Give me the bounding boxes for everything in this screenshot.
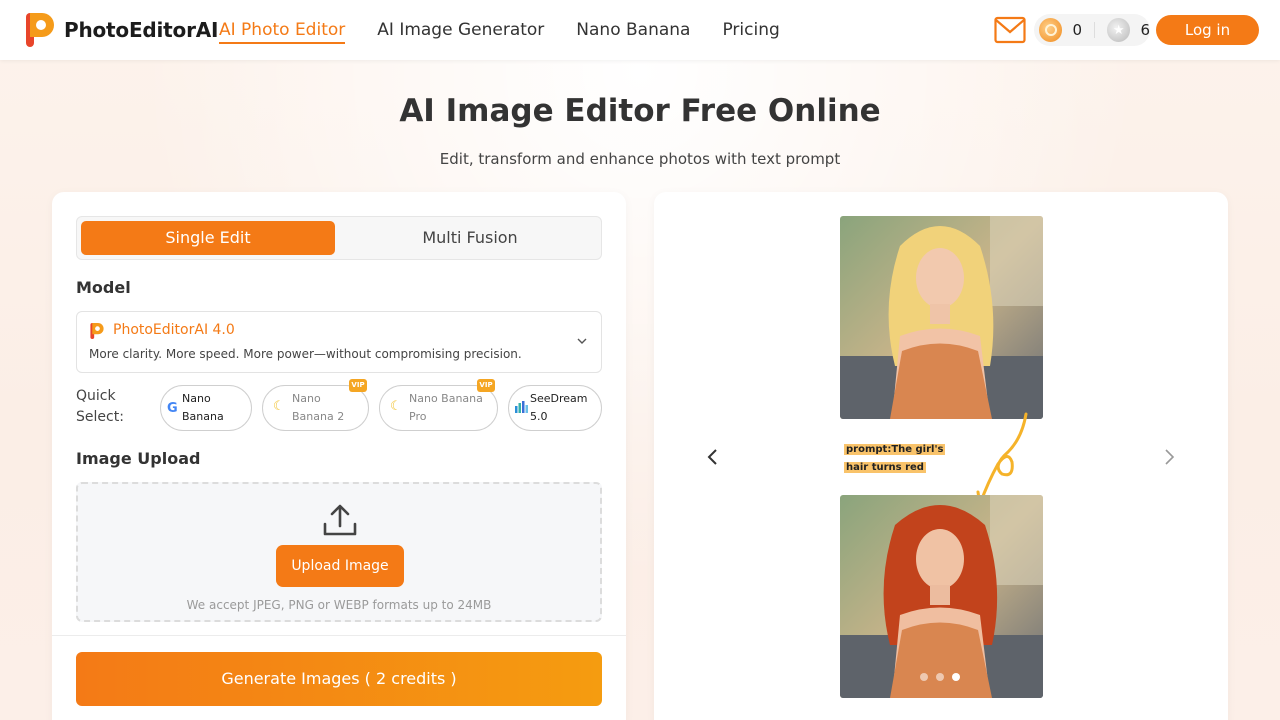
generate-images-button[interactable]: Generate Images ( 2 credits ): [76, 652, 602, 706]
before-image: [840, 216, 1043, 419]
prompt-line2: hair turns red: [844, 462, 926, 473]
model-logo-icon: [90, 323, 104, 339]
editor-panel: Single Edit Multi Fusion Model PhotoEdit…: [52, 192, 626, 720]
carousel-dot-active[interactable]: [952, 673, 960, 681]
seedream-icon: [515, 401, 528, 413]
model-label: Model: [76, 278, 131, 297]
gold-coin-icon: [1039, 18, 1063, 42]
chip-label-line1: Nano: [292, 392, 321, 405]
prompt-caption: prompt:The girl's hair turns red: [844, 441, 946, 477]
upload-format-note: We accept JPEG, PNG or WEBP formats up t…: [186, 598, 492, 612]
nav-pricing[interactable]: Pricing: [722, 0, 779, 60]
chevron-left-icon[interactable]: [706, 448, 720, 466]
google-icon: G: [167, 401, 178, 416]
carousel-dot[interactable]: [936, 673, 944, 681]
chip-label-line2: Banana: [182, 410, 224, 423]
tab-single-edit[interactable]: Single Edit: [81, 221, 335, 255]
quick-select-label: Quick Select:: [76, 388, 124, 425]
upload-icon: [323, 504, 357, 536]
brand-name: PhotoEditorAI: [64, 18, 219, 42]
silver-star-icon: ★: [1107, 18, 1131, 42]
chip-label-line1: Nano: [182, 392, 211, 405]
prompt-line1: prompt:The girl's: [844, 444, 946, 455]
upload-image-button[interactable]: Upload Image: [276, 545, 404, 587]
credits-balance[interactable]: 0 ★ 6: [1034, 14, 1150, 46]
chevron-right-icon[interactable]: [1162, 448, 1176, 466]
nav-ai-photo-editor[interactable]: AI Photo Editor: [219, 0, 346, 60]
top-navbar: PhotoEditorAI AI Photo Editor AI Image G…: [0, 0, 1280, 60]
banana-icon: ☾: [390, 399, 402, 414]
blonde-woman-photo: [840, 216, 1043, 419]
tab-multi-fusion[interactable]: Multi Fusion: [343, 221, 597, 255]
chevron-down-icon: [577, 338, 587, 344]
vip-badge: VIP: [477, 379, 495, 392]
page-title: AI Image Editor Free Online: [399, 93, 881, 129]
logo-icon: [26, 13, 54, 47]
redhead-woman-photo: [840, 495, 1043, 698]
quick-select-nano-banana[interactable]: G Nano Banana: [160, 385, 252, 431]
model-name: PhotoEditorAI 4.0: [113, 322, 235, 338]
brand-logo[interactable]: PhotoEditorAI: [26, 13, 218, 47]
upload-dropzone[interactable]: Upload Image We accept JPEG, PNG or WEBP…: [76, 482, 602, 622]
page-subtitle: Edit, transform and enhance photos with …: [439, 150, 841, 168]
model-select[interactable]: PhotoEditorAI 4.0 More clarity. More spe…: [76, 311, 602, 373]
chip-label-line2: Pro: [409, 410, 427, 423]
quick-select-nano-banana-2[interactable]: ☾ Nano Banana 2 VIP: [262, 379, 369, 431]
login-button[interactable]: Log in: [1156, 15, 1259, 45]
carousel-dot[interactable]: [920, 673, 928, 681]
carousel-dots: [920, 673, 968, 681]
vip-badge: VIP: [349, 379, 367, 392]
main-nav: AI Photo Editor AI Image Generator Nano …: [219, 0, 812, 60]
after-image: [840, 495, 1043, 698]
quick-select-seedream[interactable]: SeeDream 5.0: [508, 385, 602, 431]
gold-credits-value: 0: [1072, 21, 1083, 39]
banana-icon: ☾: [273, 399, 285, 414]
preview-carousel: prompt:The girl's hair turns red: [654, 192, 1228, 720]
credits-divider: [1094, 22, 1095, 38]
quick-select-nano-banana-pro[interactable]: ☾ Nano Banana Pro VIP: [379, 379, 498, 431]
image-upload-label: Image Upload: [76, 449, 201, 468]
mode-tabs: Single Edit Multi Fusion: [76, 216, 602, 260]
nav-ai-image-generator[interactable]: AI Image Generator: [377, 0, 544, 60]
chip-label-line1: Nano Banana: [409, 392, 483, 405]
chip-label-line1: SeeDream: [530, 392, 588, 405]
panel-divider: [52, 635, 626, 636]
mail-icon[interactable]: [994, 15, 1026, 45]
chip-label-line2: Banana 2: [292, 410, 345, 423]
nav-nano-banana[interactable]: Nano Banana: [576, 0, 690, 60]
silver-credits-value: 6: [1140, 21, 1151, 39]
chip-label-line2: 5.0: [530, 410, 548, 423]
model-description: More clarity. More speed. More power—wit…: [89, 347, 522, 361]
